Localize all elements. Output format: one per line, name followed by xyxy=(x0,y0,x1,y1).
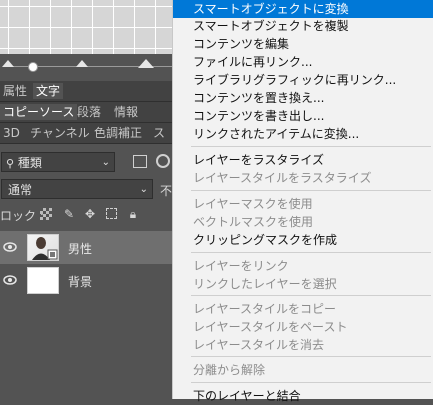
slider-mid-icon xyxy=(76,60,88,67)
menu-item-copy-layer-style: レイヤースタイルをコピー xyxy=(193,302,337,316)
tab-info[interactable]: 情報 xyxy=(111,104,141,120)
menu-item-replace-contents[interactable]: コンテンツを置き換え... xyxy=(173,89,433,107)
tab-channels[interactable]: チャンネル xyxy=(27,125,93,141)
menu-item-convert-to-linked[interactable]: リンクされたアイテムに変換... xyxy=(173,125,433,143)
lock-brush-icon[interactable]: ✎ xyxy=(62,207,76,221)
menu-item-relink-to-library[interactable]: ライブラリグラフィックに再リンク... xyxy=(173,71,433,89)
blend-row: 通常 ⌄ 不 xyxy=(0,177,172,201)
menu-item-enable-layer-mask: レイヤーマスクを使用 xyxy=(193,197,313,211)
layer-name: 男性 xyxy=(68,242,93,256)
tab-clone-source[interactable]: コピーソース xyxy=(0,104,78,120)
context-menu: スマートオブジェクトに変換 スマートオブジェクトを複製 コンテンツを編集 ファイ… xyxy=(172,0,433,403)
menu-item-release-from-isolation: 分離から解除 xyxy=(193,363,266,377)
search-icon: ⚲ xyxy=(6,157,15,170)
layers-panel: 属性 文字 コピーソース 段落 情報 3D チャンネル 色調補正 ス ⚲ 種類 … xyxy=(0,0,172,399)
eye-icon[interactable] xyxy=(3,241,17,253)
tab-row-1: 属性 文字 xyxy=(0,81,172,102)
layer-row-background[interactable]: 背景 xyxy=(0,264,172,297)
slider-min-icon xyxy=(2,60,14,67)
menu-item-link-layers: レイヤーをリンク xyxy=(193,259,289,273)
menu-item-rasterize-layer[interactable]: レイヤーをラスタライズ xyxy=(173,151,433,169)
menu-separator xyxy=(191,190,431,191)
eye-icon[interactable] xyxy=(3,274,17,286)
filter-kind-label: 種類 xyxy=(17,156,42,170)
lock-transparent-icon[interactable] xyxy=(40,208,52,220)
layer-thumbnail xyxy=(27,267,59,294)
menu-separator xyxy=(191,382,431,383)
menu-item-rasterize-layer-style: レイヤースタイルをラスタライズ xyxy=(193,171,372,185)
image-filter-icon[interactable] xyxy=(133,155,147,168)
lock-label: ロック : xyxy=(0,209,44,223)
tab-3d[interactable]: 3D xyxy=(0,125,23,141)
person-thumbnail-icon xyxy=(32,237,58,260)
tab-paragraph[interactable]: 段落 xyxy=(74,104,104,120)
filter-kind-select[interactable]: ⚲ 種類 ⌄ xyxy=(1,152,115,172)
chevron-down-icon: ⌄ xyxy=(101,157,110,168)
slider-max-icon xyxy=(138,59,154,68)
adjustment-filter-icon[interactable] xyxy=(156,154,170,168)
menu-item-create-clipping-mask[interactable]: クリッピングマスクを作成 xyxy=(173,231,433,249)
menu-separator xyxy=(191,146,431,147)
lock-move-icon[interactable]: ✥ xyxy=(83,207,97,221)
tab-properties[interactable]: 属性 xyxy=(0,83,30,99)
menu-item-edit-contents[interactable]: コンテンツを編集 xyxy=(173,35,433,53)
slider-bar xyxy=(0,54,172,78)
opacity-label: 不 xyxy=(160,184,173,198)
menu-separator xyxy=(191,252,431,253)
tab-row-2: コピーソース 段落 情報 xyxy=(0,102,172,123)
menu-item-export-contents[interactable]: コンテンツを書き出し... xyxy=(173,107,433,125)
lock-row: ロック : ✎ ✥ 🔒︎ xyxy=(0,204,172,226)
chevron-down-icon: ⌄ xyxy=(139,184,148,195)
filter-row: ⚲ 種類 ⌄ xyxy=(0,150,172,174)
tab-styles[interactable]: ス xyxy=(150,125,168,141)
lock-all-icon[interactable]: 🔒︎ xyxy=(127,207,139,221)
menu-item-paste-layer-style: レイヤースタイルをペースト xyxy=(193,320,348,334)
tab-adjustments[interactable]: 色調補正 xyxy=(91,125,145,141)
slider-handle[interactable] xyxy=(28,62,38,72)
tab-row-3: 3D チャンネル 色調補正 ス xyxy=(0,123,172,144)
menu-item-duplicate-smart-object[interactable]: スマートオブジェクトを複製 xyxy=(173,17,433,35)
menu-item-enable-vector-mask: ベクトルマスクを使用 xyxy=(193,215,314,229)
menu-separator xyxy=(191,295,431,296)
menu-item-merge-down[interactable]: 下のレイヤーと結合 xyxy=(173,387,433,405)
menu-item-select-linked-layers: リンクしたレイヤーを選択 xyxy=(193,277,337,291)
blend-mode-select[interactable]: 通常 ⌄ xyxy=(1,179,153,199)
layer-name: 背景 xyxy=(68,275,93,289)
blend-mode-label: 通常 xyxy=(8,183,33,197)
menu-item-clear-layer-style: レイヤースタイルを消去 xyxy=(193,338,325,352)
tab-character[interactable]: 文字 xyxy=(33,83,64,99)
layer-row-man[interactable]: 男性 xyxy=(0,231,172,264)
layer-thumbnail xyxy=(27,234,59,261)
lock-artboard-icon[interactable] xyxy=(106,208,117,219)
canvas-grid-preview xyxy=(0,0,172,54)
menu-item-convert-to-smart-object[interactable]: スマートオブジェクトに変換 xyxy=(173,0,433,18)
menu-item-relink-to-file[interactable]: ファイルに再リンク... xyxy=(173,53,433,71)
menu-separator xyxy=(191,356,431,357)
